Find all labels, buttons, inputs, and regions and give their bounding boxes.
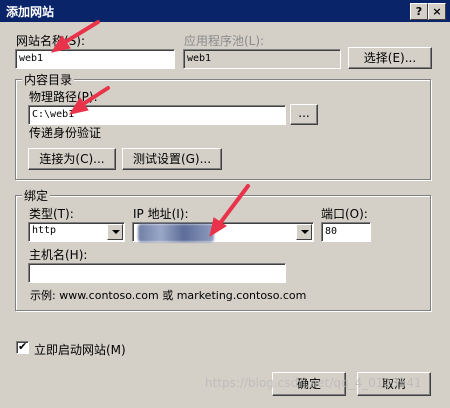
add-website-dialog: 添加网站 ? × 网站名称(S): web1 应用程序池(L): web1 选择… bbox=[0, 0, 450, 408]
red-arrow-icon bbox=[50, 20, 250, 238]
annotation-arrows bbox=[50, 20, 250, 238]
